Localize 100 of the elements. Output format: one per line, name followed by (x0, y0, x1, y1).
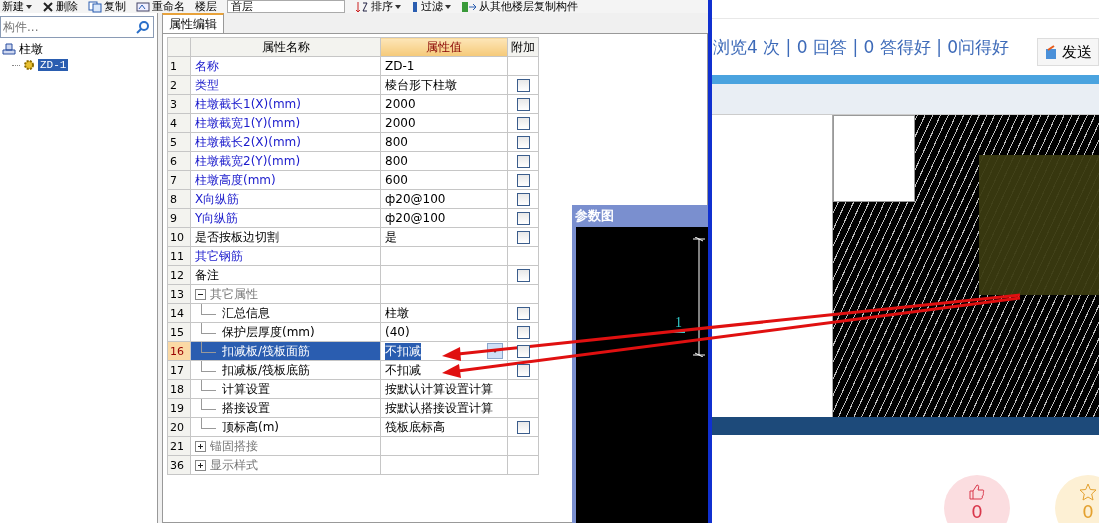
property-name: 柱墩高度(mm) (195, 171, 276, 189)
row-number: 12 (170, 268, 184, 282)
property-value: 800 (385, 135, 408, 149)
toolbar-button[interactable]: 过滤 (411, 0, 451, 13)
delete-icon (42, 0, 54, 13)
row-number: 3 (170, 97, 177, 111)
checkbox[interactable] (516, 78, 530, 92)
checkbox[interactable] (516, 306, 530, 320)
checkbox[interactable] (516, 268, 530, 282)
property-name: 其它属性 (210, 285, 258, 303)
row-number: 19 (170, 401, 184, 415)
property-value: 2000 (385, 116, 416, 130)
row-number: 1 (170, 59, 177, 73)
property-name: 类型 (195, 76, 219, 94)
property-name: Y向纵筋 (195, 209, 239, 227)
checkbox[interactable] (516, 97, 530, 111)
checkbox[interactable] (516, 420, 530, 434)
row-number: 15 (170, 325, 184, 339)
row-number: 8 (170, 192, 177, 206)
column-header: 属性名称 (261, 39, 310, 54)
property-name: 搭接设置 (222, 399, 270, 417)
send-button[interactable]: 发送 (1037, 38, 1099, 66)
expand-toggle[interactable] (195, 459, 206, 471)
floor-field[interactable]: 首层 (227, 0, 345, 13)
property-value: 柱墩 (385, 305, 409, 320)
toolbar-button[interactable]: 删除 (42, 0, 78, 13)
gear-icon (23, 59, 35, 71)
tree-item[interactable]: 柱墩 (19, 40, 43, 58)
toolbar-button[interactable]: 重命名 (136, 0, 185, 13)
property-value: ф20@100 (385, 192, 446, 206)
checkbox[interactable] (516, 154, 530, 168)
checkbox[interactable] (516, 192, 530, 206)
toolbar-button[interactable]: 从其他楼层复制构件 (461, 0, 578, 13)
row-number: 17 (170, 363, 184, 377)
row-number: 18 (170, 382, 184, 396)
property-value: 2000 (385, 97, 416, 111)
property-value: 是 (385, 229, 397, 244)
checkbox[interactable] (516, 230, 530, 244)
collapse-toggle[interactable] (195, 288, 206, 300)
property-name: 其它钢筋 (195, 247, 243, 265)
row-number: 9 (170, 211, 177, 225)
row-number: 4 (170, 116, 177, 130)
column-icon (2, 43, 16, 55)
row-number: 5 (170, 135, 177, 149)
property-name: X向纵筋 (195, 190, 240, 208)
property-name: 锚固搭接 (210, 437, 258, 455)
property-name: 扣减板/筏板底筋 (222, 361, 311, 379)
checkbox[interactable] (516, 211, 530, 225)
thumbs-up-icon (968, 483, 986, 501)
filter-icon (411, 0, 419, 13)
checkbox[interactable] (516, 135, 530, 149)
row-number: 21 (170, 439, 184, 453)
property-name: 备注 (195, 266, 219, 284)
property-value: (40) (385, 325, 410, 339)
property-name: 汇总信息 (222, 304, 270, 322)
row-number: 13 (170, 287, 184, 301)
floor-label: 楼层 (195, 1, 217, 12)
property-value: 筏板底标高 (385, 419, 445, 434)
property-name: 显示样式 (210, 456, 258, 474)
checkbox[interactable] (516, 173, 530, 187)
sort-icon (355, 0, 369, 13)
row-number: 2 (170, 78, 177, 92)
property-value: 棱台形下柱墩 (385, 77, 457, 92)
row-number: 7 (170, 173, 177, 187)
column-header: 附加 (511, 39, 535, 54)
row-number: 36 (170, 458, 184, 472)
search-field[interactable]: 构件... (0, 16, 154, 38)
checkbox[interactable] (516, 116, 530, 130)
property-value: 按默认计算设置计算 (385, 381, 493, 396)
tree-item[interactable]: ZD-1 (38, 59, 69, 71)
checkbox[interactable] (516, 344, 530, 358)
property-value: ф20@100 (385, 211, 446, 225)
share-icon (1044, 44, 1058, 60)
property-name: 扣减板/筏板面筋 (222, 342, 311, 360)
toolbar-button[interactable]: 复制 (88, 0, 126, 13)
toolbar-button[interactable]: 新建 (2, 1, 32, 12)
property-name: 柱墩截长2(X)(mm) (195, 133, 301, 151)
copy-floor-icon (461, 0, 477, 13)
property-value: 800 (385, 154, 408, 168)
row-number: 20 (170, 420, 184, 434)
property-value: ZD-1 (385, 59, 415, 73)
expand-toggle[interactable] (195, 440, 206, 452)
checkbox[interactable] (516, 325, 530, 339)
tab[interactable]: 属性编辑 (162, 13, 224, 33)
property-name: 柱墩截宽2(Y)(mm) (195, 152, 301, 170)
figure-label: 1 (672, 315, 685, 333)
property-name: 名称 (195, 57, 219, 75)
property-name: 保护层厚度(mm) (222, 323, 315, 341)
property-name: 顶标高(m) (222, 418, 280, 436)
column-header: 属性值 (426, 39, 462, 54)
toolbar-button[interactable]: 排序 (355, 0, 401, 13)
row-number: 14 (170, 306, 184, 320)
window-title: 参数图 (575, 208, 614, 223)
like-button[interactable]: 0 (944, 475, 1010, 523)
property-name: 计算设置 (222, 380, 270, 398)
search-icon[interactable] (136, 20, 150, 34)
property-name: 是否按板边切割 (195, 228, 279, 246)
property-name: 柱墩截长1(X)(mm) (195, 95, 301, 113)
row-number: 11 (170, 249, 184, 263)
property-value: 不扣减 (385, 362, 421, 377)
